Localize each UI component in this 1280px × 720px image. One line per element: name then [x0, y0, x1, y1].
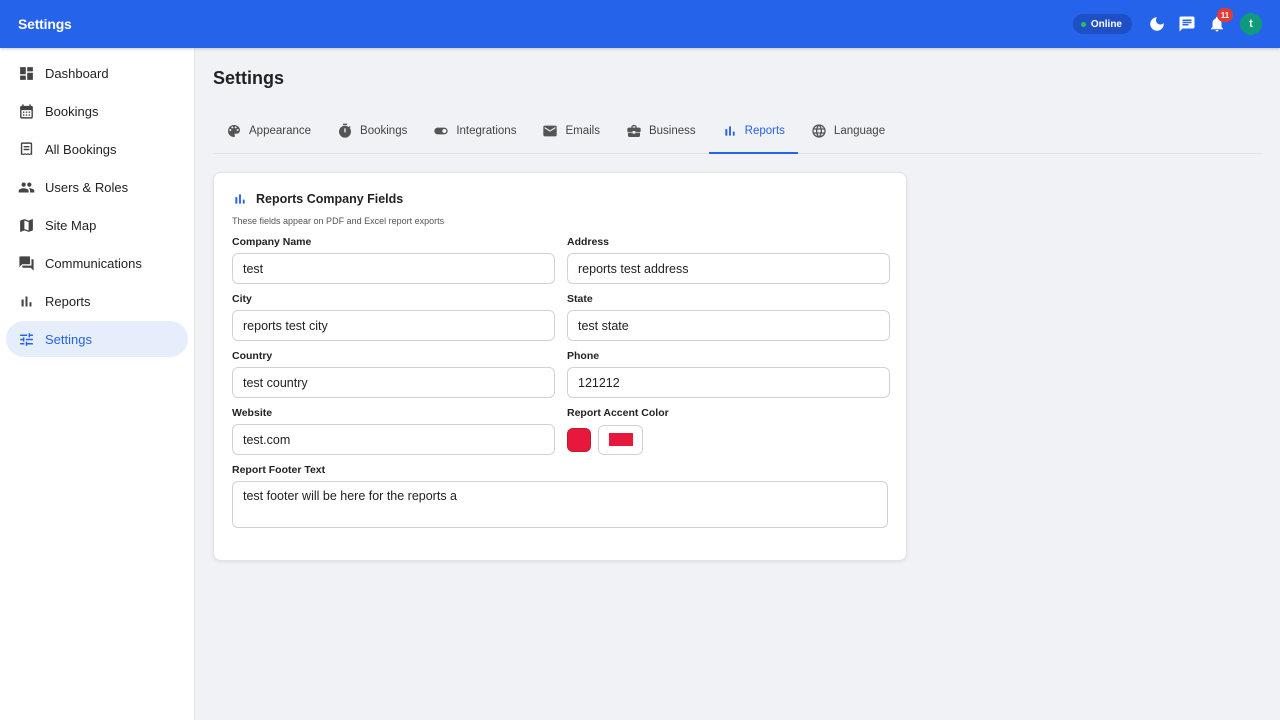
sidebar-item-label: Site Map — [45, 217, 97, 233]
sidebar-item-reports[interactable]: Reports — [6, 283, 188, 319]
tab-language[interactable]: Language — [798, 109, 898, 153]
dashboard-icon — [20, 66, 33, 80]
reports-company-fields-card: Reports Company Fields These fields appe… — [213, 172, 907, 561]
sidebar-item-settings[interactable]: Settings — [6, 321, 188, 357]
sidebar-item-dashboard[interactable]: Dashboard — [6, 55, 188, 91]
tab-integrations[interactable]: Integrations — [420, 109, 529, 153]
user-avatar[interactable]: t — [1240, 13, 1262, 35]
sidebar: Dashboard Bookings All Bookings Users & … — [0, 48, 195, 720]
bar-chart-icon — [235, 194, 245, 204]
footer-text-input[interactable]: test footer will be here for the reports… — [232, 481, 888, 528]
phone-input[interactable] — [567, 367, 890, 398]
app-title: Settings — [18, 16, 72, 32]
field-label: State — [567, 293, 593, 305]
card-title: Reports Company Fields — [256, 192, 404, 206]
sidebar-item-label: Reports — [45, 293, 91, 309]
accent-color-swatch[interactable] — [567, 427, 591, 452]
sidebar-item-label: All Bookings — [45, 141, 117, 157]
tab-emails[interactable]: Emails — [529, 109, 613, 153]
tune-icon — [20, 332, 33, 346]
sidebar-item-communications[interactable]: Communications — [6, 245, 188, 281]
tab-reports[interactable]: Reports — [708, 109, 798, 154]
city-input[interactable] — [232, 310, 555, 341]
website-input[interactable] — [232, 424, 555, 455]
briefcase-icon — [627, 125, 641, 137]
bar-chart-icon — [21, 296, 32, 306]
page-title: Settings — [213, 68, 285, 88]
settings-tabs: Appearance Bookings Integrations Emails … — [213, 109, 1263, 154]
card-subtitle: These fields appear on PDF and Excel rep… — [232, 216, 445, 226]
sidebar-item-label: Users & Roles — [45, 179, 129, 195]
tab-label: Bookings — [360, 125, 408, 137]
online-dot-icon — [1080, 21, 1086, 27]
main-content: Settings Appearance Bookings Integration… — [195, 48, 1280, 720]
phone-field: Phone — [567, 350, 890, 398]
address-input[interactable] — [567, 253, 890, 284]
fields-grid: Company Name Address City State Country … — [232, 236, 890, 464]
bar-chart-icon — [724, 125, 735, 136]
sidebar-item-bookings[interactable]: Bookings — [6, 93, 188, 129]
people-icon — [18, 182, 35, 192]
field-label: Phone — [567, 350, 600, 362]
field-label: Company Name — [232, 236, 312, 248]
timer-icon — [339, 123, 352, 138]
field-label: Website — [232, 407, 273, 419]
sidebar-item-label: Bookings — [45, 103, 99, 119]
online-status-label: Online — [1090, 18, 1122, 30]
receipt-icon — [20, 141, 33, 155]
app-bar: Settings Online 11 t — [0, 0, 1280, 48]
field-label: Report Accent Color — [567, 407, 669, 419]
address-field: Address — [567, 236, 890, 284]
palette-icon — [228, 125, 240, 137]
tab-label: Language — [833, 125, 886, 137]
accent-color-row — [567, 424, 890, 455]
field-label: Country — [232, 350, 273, 362]
tab-bookings[interactable]: Bookings — [324, 109, 420, 153]
notification-count-badge: 11 — [1217, 8, 1233, 22]
accent-color-picker[interactable] — [598, 424, 643, 455]
country-input[interactable] — [232, 367, 555, 398]
field-label: Address — [567, 236, 610, 248]
moon-icon — [1150, 17, 1164, 31]
chat-icon — [1179, 16, 1195, 32]
sidebar-item-all-bookings[interactable]: All Bookings — [6, 131, 188, 167]
state-field: State — [567, 293, 890, 341]
tab-label: Emails — [565, 125, 600, 137]
forum-icon — [19, 255, 34, 271]
country-field: Country — [232, 350, 555, 398]
city-field: City — [232, 293, 555, 341]
card-header: Reports Company Fields — [232, 191, 888, 207]
online-status-badge: Online — [1072, 14, 1132, 34]
field-label: Report Footer Text — [232, 464, 326, 476]
map-icon — [20, 218, 33, 232]
sidebar-item-label: Communications — [45, 255, 142, 271]
tab-label: Reports — [744, 124, 785, 137]
website-field: Website — [232, 407, 555, 455]
sidebar-item-site-map[interactable]: Site Map — [6, 207, 188, 243]
tab-appearance[interactable]: Appearance — [213, 109, 324, 153]
state-input[interactable] — [567, 310, 890, 341]
app-bar-actions: Online 11 t — [1072, 8, 1262, 39]
sidebar-item-label: Settings — [45, 331, 92, 347]
tab-label: Business — [648, 125, 696, 137]
dark-mode-toggle[interactable] — [1142, 9, 1172, 39]
company-name-field: Company Name — [232, 236, 555, 284]
globe-icon — [812, 124, 826, 138]
footer-text-field: Report Footer Text test footer will be h… — [232, 464, 888, 533]
sidebar-item-users-roles[interactable]: Users & Roles — [6, 169, 188, 205]
tab-label: Integrations — [456, 125, 517, 137]
tab-business[interactable]: Business — [613, 109, 709, 153]
mail-icon — [543, 125, 558, 137]
messages-button[interactable] — [1172, 9, 1202, 39]
calendar-icon — [20, 103, 33, 119]
accent-color-field: Report Accent Color — [567, 407, 890, 455]
accent-color-picker-fill — [608, 433, 633, 446]
toggle-icon — [434, 127, 449, 135]
field-label: City — [232, 293, 252, 305]
notifications-button[interactable]: 11 — [1202, 8, 1233, 39]
sidebar-item-label: Dashboard — [45, 65, 109, 81]
company-name-input[interactable] — [232, 253, 555, 284]
tab-label: Appearance — [249, 125, 312, 137]
